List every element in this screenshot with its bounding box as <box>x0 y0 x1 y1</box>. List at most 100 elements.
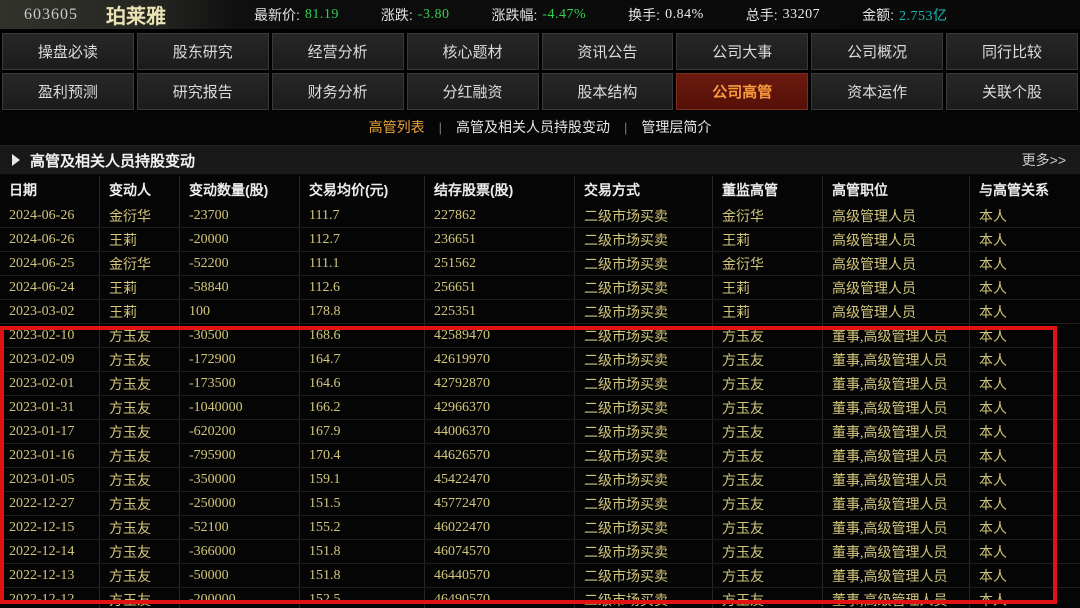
table-cell: 方玉友 <box>713 372 823 395</box>
quote-field-value: 81.19 <box>305 7 339 23</box>
table-row[interactable]: 2023-02-09方玉友-172900164.742619970二级市场买卖方… <box>0 348 1080 372</box>
nav-tab[interactable]: 资讯公告 <box>542 33 674 70</box>
quote-field-value: 33207 <box>783 7 821 23</box>
table-cell: 高级管理人员 <box>823 204 970 227</box>
table-cell: 2022-12-13 <box>0 564 100 587</box>
table-cell: 金衍华 <box>713 252 823 275</box>
nav-tab[interactable]: 股本结构 <box>542 73 674 110</box>
table-row[interactable]: 2024-06-24王莉-58840112.6256651二级市场买卖王莉高级管… <box>0 276 1080 300</box>
table-cell: 本人 <box>970 228 1080 251</box>
table-cell: 42792870 <box>425 372 575 395</box>
table-row[interactable]: 2022-12-15方玉友-52100155.246022470二级市场买卖方玉… <box>0 516 1080 540</box>
table-cell: 167.9 <box>300 420 425 443</box>
table-cell: 45422470 <box>425 468 575 491</box>
quote-field-value: 0.84% <box>665 7 704 23</box>
subnav-item[interactable]: 管理层简介 <box>641 117 711 137</box>
quote-fields: 最新价:81.19涨跌:-3.80涨跌幅:-4.47%换手:0.84%总手:33… <box>254 5 990 25</box>
subnav-item[interactable]: 高管及相关人员持股变动 <box>456 117 610 137</box>
table-cell: 方玉友 <box>713 348 823 371</box>
table-row[interactable]: 2023-02-10方玉友-30500168.642589470二级市场买卖方玉… <box>0 324 1080 348</box>
table-cell: 本人 <box>970 492 1080 515</box>
table-row[interactable]: 2024-06-26金衍华-23700111.7227862二级市场买卖金衍华高… <box>0 204 1080 228</box>
nav-tab[interactable]: 盈利预测 <box>2 73 134 110</box>
table-cell: -23700 <box>180 204 300 227</box>
table-cell: -1040000 <box>180 396 300 419</box>
table-row[interactable]: 2023-01-16方玉友-795900170.444626570二级市场买卖方… <box>0 444 1080 468</box>
table-cell: 42589470 <box>425 324 575 347</box>
nav-tab[interactable]: 资本运作 <box>811 73 943 110</box>
table-cell: 董事,高级管理人员 <box>823 540 970 563</box>
quote-field-label: 涨跌: <box>381 5 413 25</box>
table-cell: -173500 <box>180 372 300 395</box>
subnav-separator: | <box>439 120 442 135</box>
table-row[interactable]: 2023-01-17方玉友-620200167.944006370二级市场买卖方… <box>0 420 1080 444</box>
nav-tab[interactable]: 核心题材 <box>407 33 539 70</box>
table-cell: 方玉友 <box>713 444 823 467</box>
table-row[interactable]: 2024-06-25金衍华-52200111.1251562二级市场买卖金衍华高… <box>0 252 1080 276</box>
table-row[interactable]: 2023-01-31方玉友-1040000166.242966370二级市场买卖… <box>0 396 1080 420</box>
table-cell: 164.6 <box>300 372 425 395</box>
table-cell: 2022-12-27 <box>0 492 100 515</box>
column-header: 交易方式 <box>575 176 713 204</box>
section-header: 高管及相关人员持股变动 更多>> <box>0 145 1080 175</box>
table-cell: 董事,高级管理人员 <box>823 420 970 443</box>
nav-tab[interactable]: 公司高管 <box>676 73 808 110</box>
table-cell: 本人 <box>970 348 1080 371</box>
table-row[interactable]: 2023-02-01方玉友-173500164.642792870二级市场买卖方… <box>0 372 1080 396</box>
table-row[interactable]: 2024-06-26王莉-20000112.7236651二级市场买卖王莉高级管… <box>0 228 1080 252</box>
table-row[interactable]: 2022-12-12方玉友-200000152.546490570二级市场买卖方… <box>0 588 1080 608</box>
column-header: 交易均价(元) <box>300 176 425 204</box>
table-cell: 方玉友 <box>100 564 180 587</box>
table-cell: -58840 <box>180 276 300 299</box>
table-cell: 2023-01-05 <box>0 468 100 491</box>
table-row[interactable]: 2023-01-05方玉友-350000159.145422470二级市场买卖方… <box>0 468 1080 492</box>
table-cell: 2023-01-16 <box>0 444 100 467</box>
column-header: 结存股票(股) <box>425 176 575 204</box>
table-cell: 方玉友 <box>713 468 823 491</box>
table-cell: 董事,高级管理人员 <box>823 396 970 419</box>
table-cell: 方玉友 <box>713 588 823 608</box>
table-cell: 2022-12-14 <box>0 540 100 563</box>
table-cell: 本人 <box>970 324 1080 347</box>
subnav: 高管列表|高管及相关人员持股变动|管理层简介 <box>0 111 1080 143</box>
table-cell: 二级市场买卖 <box>575 444 713 467</box>
table-row[interactable]: 2023-03-02王莉100178.8225351二级市场买卖王莉高级管理人员… <box>0 300 1080 324</box>
nav-tab[interactable]: 分红融资 <box>407 73 539 110</box>
nav-tab[interactable]: 同行比较 <box>946 33 1078 70</box>
table-cell: 本人 <box>970 276 1080 299</box>
nav-tab[interactable]: 经营分析 <box>272 33 404 70</box>
section-title: 高管及相关人员持股变动 <box>30 150 195 171</box>
more-link[interactable]: 更多>> <box>1022 150 1066 170</box>
table-cell: 227862 <box>425 204 575 227</box>
quote-field-label: 金额: <box>862 5 894 25</box>
table-cell: 178.8 <box>300 300 425 323</box>
table-cell: 151.8 <box>300 540 425 563</box>
table-cell: 二级市场买卖 <box>575 540 713 563</box>
subnav-item[interactable]: 高管列表 <box>369 117 425 137</box>
table-cell: 2023-02-09 <box>0 348 100 371</box>
table-cell: 2023-03-02 <box>0 300 100 323</box>
table-cell: 151.8 <box>300 564 425 587</box>
nav-tab[interactable]: 财务分析 <box>272 73 404 110</box>
table-row[interactable]: 2022-12-13方玉友-50000151.846440570二级市场买卖方玉… <box>0 564 1080 588</box>
nav-tab[interactable]: 股东研究 <box>137 33 269 70</box>
nav-tab[interactable]: 公司大事 <box>676 33 808 70</box>
table-cell: 44006370 <box>425 420 575 443</box>
table-cell: 方玉友 <box>100 492 180 515</box>
nav-tab[interactable]: 公司概况 <box>811 33 943 70</box>
nav-tab[interactable]: 关联个股 <box>946 73 1078 110</box>
quote-field: 总手:33207 <box>746 5 820 25</box>
table-cell: 方玉友 <box>713 396 823 419</box>
table-cell: 46074570 <box>425 540 575 563</box>
nav-tab[interactable]: 操盘必读 <box>2 33 134 70</box>
table-cell: 170.4 <box>300 444 425 467</box>
table-row[interactable]: 2022-12-14方玉友-366000151.846074570二级市场买卖方… <box>0 540 1080 564</box>
stock-f10-screen: 603605 珀莱雅 最新价:81.19涨跌:-3.80涨跌幅:-4.47%换手… <box>0 0 1080 608</box>
table-row[interactable]: 2022-12-27方玉友-250000151.545772470二级市场买卖方… <box>0 492 1080 516</box>
table-cell: 二级市场买卖 <box>575 420 713 443</box>
quote-field: 换手:0.84% <box>628 5 704 25</box>
table-cell: 王莉 <box>713 228 823 251</box>
table-cell: 方玉友 <box>100 396 180 419</box>
nav-tab[interactable]: 研究报告 <box>137 73 269 110</box>
table-cell: -795900 <box>180 444 300 467</box>
